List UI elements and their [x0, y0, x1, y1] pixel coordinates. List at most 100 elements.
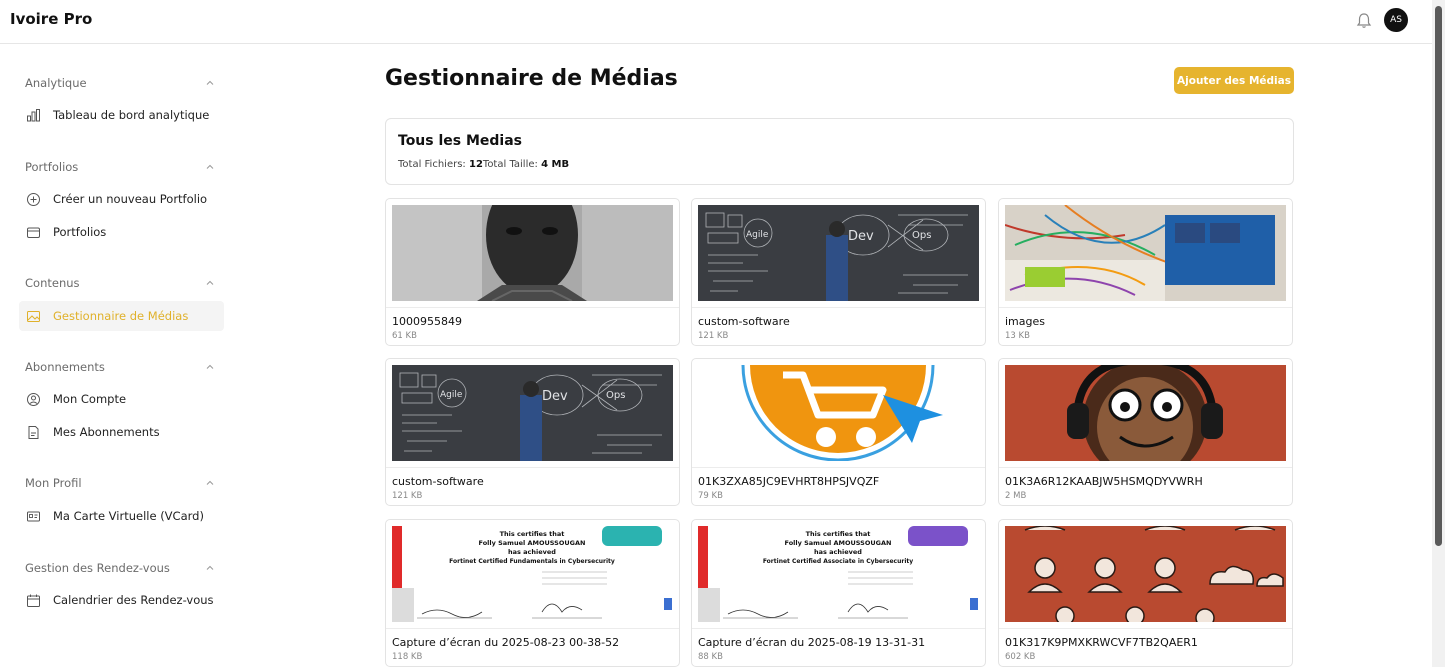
media-size: 118 KB	[392, 652, 423, 662]
media-size: 602 KB	[1005, 652, 1036, 662]
media-thumbnail[interactable]: This certifies that Folly Samuel AMOUSSO…	[392, 526, 673, 622]
cert-line-1: This certifies that	[500, 530, 565, 538]
cart-logo-thumb	[698, 365, 979, 461]
media-size: 79 KB	[698, 491, 723, 501]
media-name: Capture d’écran du 2025-08-19 13-31-31	[698, 636, 926, 649]
sidebar-section-portfolios[interactable]: Portfolios	[25, 160, 215, 174]
sidebar-item-calendrier[interactable]: Calendrier des Rendez-vous	[19, 585, 224, 615]
media-thumbnail[interactable]	[1005, 526, 1286, 622]
card-divider	[692, 628, 985, 629]
chevron-up-icon	[206, 80, 214, 85]
id-card-icon	[27, 511, 40, 521]
chevron-up-icon	[206, 280, 214, 285]
cert-title: Fortinet Certified Fundamentals in Cyber…	[449, 558, 615, 565]
media-name: 01K317K9PMXKRWCVF7TB2QAER1	[1005, 636, 1198, 649]
sidebar-item-creer-portfolio[interactable]: Créer un nouveau Portfolio	[19, 184, 224, 214]
media-name: 1000955849	[392, 315, 462, 328]
media-thumbnail[interactable]: Agile Dev Ops	[698, 205, 979, 301]
dev-label: Dev	[848, 229, 874, 244]
certificate-thumb: This certifies that Folly Samuel AMOUSSO…	[698, 526, 979, 622]
media-name: Capture d’écran du 2025-08-23 00-38-52	[392, 636, 620, 649]
cert-line-2: Folly Samuel AMOUSSOUGAN	[785, 539, 892, 547]
card-divider	[692, 467, 985, 468]
card-divider	[386, 628, 679, 629]
media-card[interactable]: Agile Dev Ops custom-software 121 KB	[691, 198, 986, 346]
agile-label: Agile	[746, 230, 769, 240]
media-name: custom-software	[392, 475, 484, 488]
media-thumbnail[interactable]: This certifies that Folly Samuel AMOUSSO…	[698, 526, 979, 622]
people-icons-pattern-thumb	[1005, 526, 1286, 622]
media-card[interactable]: 1000955849 61 KB	[385, 198, 680, 346]
media-size: 13 KB	[1005, 331, 1030, 341]
sidebar-item-portfolios[interactable]: Portfolios	[19, 217, 224, 247]
ops-label: Ops	[606, 390, 625, 401]
sidebar-item-tableau-de-bord[interactable]: Tableau de bord analytique	[19, 100, 224, 130]
sidebar-section-abonnements[interactable]: Abonnements	[25, 360, 215, 374]
sidebar-section-mon-profil[interactable]: Mon Profil	[25, 476, 215, 490]
media-card[interactable]: images 13 KB	[998, 198, 1293, 346]
card-divider	[999, 307, 1292, 308]
media-name: 01K3ZXA85JC9EVHRT8HPSJVQZF	[698, 475, 880, 488]
devops-blackboard-thumb: Agile Dev Ops	[698, 205, 979, 301]
media-thumbnail[interactable]: Agile Dev Ops	[392, 365, 673, 461]
dev-label: Dev	[542, 389, 568, 404]
media-size: 88 KB	[698, 652, 723, 662]
scrollbar-thumb[interactable]	[1435, 6, 1442, 546]
media-summary-card: Tous les Medias Total Fichiers: 12Total …	[385, 118, 1294, 185]
media-card[interactable]: This certifies that Folly Samuel AMOUSSO…	[385, 519, 680, 667]
sidebar-section-analytique[interactable]: Analytique	[25, 76, 215, 90]
top-bar: Ivoire Pro AS	[0, 0, 1445, 44]
ops-label: Ops	[912, 230, 931, 241]
card-divider	[386, 467, 679, 468]
portrait-photo-thumb	[392, 205, 673, 301]
cert-line-1: This certifies that	[806, 530, 871, 538]
brand-logo[interactable]: Ivoire Pro	[10, 10, 92, 28]
sidebar-item-mon-compte[interactable]: Mon Compte	[19, 384, 224, 414]
summary-title: Tous les Medias	[398, 133, 523, 149]
media-card[interactable]: This certifies that Folly Samuel AMOUSSO…	[691, 519, 986, 667]
cert-line-3: has achieved	[508, 548, 556, 556]
agile-label: Agile	[440, 390, 463, 400]
sidebar-item-vcard[interactable]: Ma Carte Virtuelle (VCard)	[19, 501, 224, 531]
plus-circle-icon	[27, 192, 40, 206]
card-divider	[692, 307, 985, 308]
sidebar-item-mes-abonnements[interactable]: Mes Abonnements	[19, 417, 224, 447]
sidebar: Analytique Tableau de bord analytique Po…	[0, 45, 232, 667]
sidebar-item-gestionnaire-medias[interactable]: Gestionnaire de Médias	[19, 301, 224, 331]
sidebar-section-contenus[interactable]: Contenus	[25, 276, 215, 290]
avatar[interactable]: AS	[1384, 8, 1408, 32]
media-name: custom-software	[698, 315, 790, 328]
calendar-icon	[27, 594, 40, 607]
chevron-up-icon	[206, 565, 214, 570]
media-card[interactable]: 01K317K9PMXKRWCVF7TB2QAER1 602 KB	[998, 519, 1293, 667]
cert-title: Fortinet Certified Associate in Cybersec…	[763, 558, 913, 565]
chevron-up-icon	[206, 480, 214, 485]
sidebar-section-rendez-vous[interactable]: Gestion des Rendez-vous	[25, 561, 215, 575]
devops-blackboard-thumb: Agile Dev Ops	[392, 365, 673, 461]
bar-chart-icon	[27, 108, 40, 121]
media-size: 121 KB	[392, 491, 423, 501]
cert-line-3: has achieved	[814, 548, 862, 556]
chevron-up-icon	[206, 164, 214, 169]
image-icon	[27, 310, 40, 322]
page-scrollbar[interactable]	[1432, 0, 1445, 667]
media-thumbnail[interactable]	[392, 205, 673, 301]
summary-stats: Total Fichiers: 12Total Taille: 4 MB	[398, 159, 570, 170]
card-divider	[999, 628, 1292, 629]
cert-line-2: Folly Samuel AMOUSSOUGAN	[479, 539, 586, 547]
media-thumbnail[interactable]	[1005, 205, 1286, 301]
media-card[interactable]: 01K3ZXA85JC9EVHRT8HPSJVQZF 79 KB	[691, 358, 986, 506]
page-title: Gestionnaire de Médias	[385, 66, 678, 91]
document-icon	[28, 425, 39, 439]
user-circle-icon	[27, 392, 40, 406]
media-card[interactable]: 01K3A6R12KAABJW5HSMQDYVWRH 2 MB	[998, 358, 1293, 506]
add-media-button[interactable]: Ajouter des Médias	[1174, 67, 1294, 94]
media-thumbnail[interactable]	[698, 365, 979, 461]
certificate-thumb: This certifies that Folly Samuel AMOUSSO…	[392, 526, 673, 622]
card-divider	[999, 467, 1292, 468]
media-thumbnail[interactable]	[1005, 365, 1286, 461]
folder-icon	[27, 227, 40, 238]
media-card[interactable]: Agile Dev Ops custom-software 121 KB	[385, 358, 680, 506]
electronics-board-thumb	[1005, 205, 1286, 301]
bell-icon[interactable]	[1354, 11, 1374, 31]
